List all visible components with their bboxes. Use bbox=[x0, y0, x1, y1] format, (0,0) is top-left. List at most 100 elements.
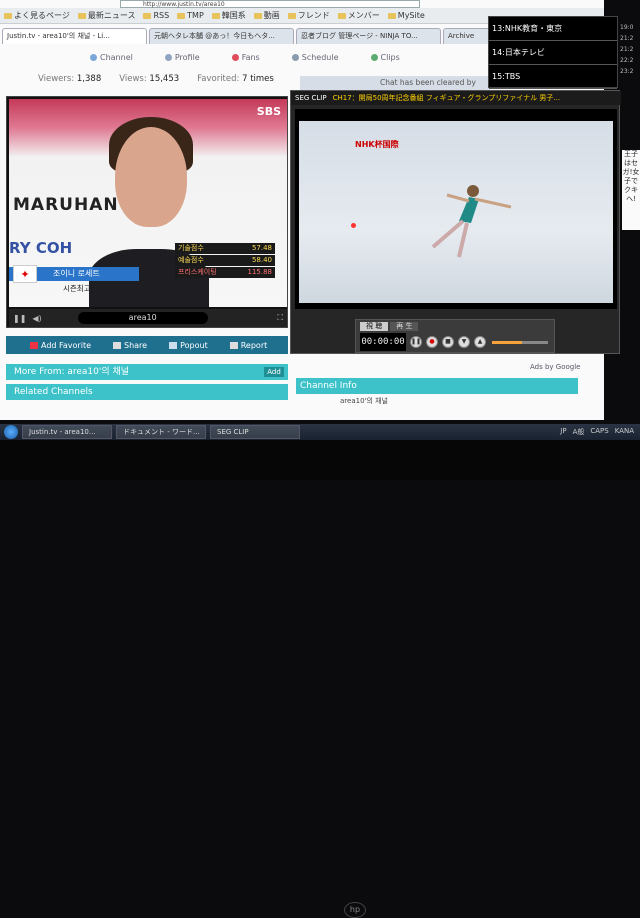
nav-schedule[interactable]: Schedule bbox=[291, 50, 339, 64]
score-row: 기술점수 57.48 bbox=[175, 243, 275, 254]
app-name: SEG CLIP bbox=[295, 94, 327, 102]
browser-tab[interactable]: 忍者ブログ 管理ページ - NINJA TO... bbox=[296, 28, 441, 44]
folder-icon bbox=[211, 12, 220, 19]
segclip-controls: 視 聴 再 生 00:00:00 ❚❚ ● ■ ▼ ▲ bbox=[355, 319, 555, 353]
volume-icon[interactable]: ◀) bbox=[32, 314, 41, 323]
hp-logo: hp bbox=[344, 902, 366, 918]
taskbar-button[interactable]: ドキュメント - ワード... bbox=[116, 425, 206, 439]
nav-fans[interactable]: Fans bbox=[231, 50, 260, 64]
nav-channel[interactable]: Channel bbox=[90, 50, 133, 64]
skater-figure bbox=[431, 185, 512, 258]
folder-icon bbox=[143, 12, 152, 19]
flag-icon bbox=[229, 341, 238, 349]
volume-slider[interactable] bbox=[492, 341, 548, 344]
channel-nav: Channel Profile Fans Schedule Clips bbox=[90, 50, 510, 64]
browser-tab[interactable]: Justin.tv - area10'의 채널 - Li... bbox=[2, 28, 147, 44]
more-from-header[interactable]: More From: area10'의 채널 Add bbox=[6, 364, 288, 380]
down-icon[interactable]: ▼ bbox=[458, 336, 470, 348]
add-button[interactable]: Add bbox=[264, 367, 284, 377]
nav-clips[interactable]: Clips bbox=[370, 50, 400, 64]
red-marker bbox=[351, 223, 356, 228]
transport-buttons: ❚❚ ● ■ ▼ ▲ bbox=[410, 336, 486, 348]
folder-icon bbox=[387, 12, 396, 19]
share-button[interactable]: Share bbox=[113, 341, 147, 350]
segclip-video[interactable]: NHK杯国際 bbox=[295, 109, 617, 309]
folder-icon bbox=[77, 12, 86, 19]
segclip-window[interactable]: SEG CLIP CH17：開局50周年記念番組 フィギュア・グランプリファイナ… bbox=[290, 90, 621, 354]
skater-face bbox=[115, 127, 187, 227]
folder-icon bbox=[253, 12, 262, 19]
bookmark-item[interactable]: TMP bbox=[177, 11, 204, 20]
bookmark-item[interactable]: よく見るページ bbox=[4, 10, 70, 21]
bookmark-item[interactable]: RSS bbox=[143, 11, 169, 20]
bookmark-item[interactable]: フレンド bbox=[287, 10, 330, 21]
start-button[interactable] bbox=[4, 425, 18, 439]
record-icon[interactable]: ● bbox=[426, 336, 438, 348]
chat-notice: Chat has been cleared by bbox=[300, 76, 490, 90]
add-favorite-button[interactable]: Add Favorite bbox=[30, 341, 91, 350]
side-chat-text: 王子はセガ!女子でクキへ! bbox=[622, 150, 640, 230]
pause-icon[interactable]: ❚❚ bbox=[13, 314, 26, 323]
up-icon[interactable]: ▲ bbox=[474, 336, 486, 348]
channel-item[interactable]: 13:NHK教育・東京 bbox=[489, 17, 617, 41]
system-tray: JP A般 CAPS KANA bbox=[560, 427, 634, 436]
heart-icon bbox=[30, 341, 38, 349]
volume-level bbox=[492, 341, 522, 344]
fullscreen-icon[interactable]: ⛶ bbox=[277, 313, 283, 323]
bookmark-item[interactable]: 韓国系 bbox=[211, 10, 246, 21]
favorited-stat: Favorited: 7 times bbox=[197, 74, 274, 84]
viewers-stat: Viewers: 1,388 bbox=[38, 74, 102, 84]
action-bar: Add Favorite Share Popout Report bbox=[6, 336, 288, 354]
taskbar-button[interactable]: Justin.tv - area10... bbox=[22, 425, 112, 439]
nav-profile[interactable]: Profile bbox=[164, 50, 200, 64]
segclip-titlebar[interactable]: SEG CLIP CH17：開局50周年記念番組 フィギュア・グランプリファイナ… bbox=[291, 91, 621, 105]
video-player[interactable]: SBS MARUHAN RY COH 기술점수 57.48 예술점수 58.40 프… bbox=[6, 96, 288, 328]
browser-tab[interactable]: 元朝ヘタレ本舗 @あっ！今日もヘタ... bbox=[149, 28, 294, 44]
popout-icon bbox=[169, 341, 178, 349]
calendar-icon bbox=[291, 53, 299, 61]
bookmark-item[interactable]: MySite bbox=[387, 11, 425, 20]
taskbar-button[interactable]: SEG CLIP bbox=[210, 425, 300, 439]
pause-icon[interactable]: ❚❚ bbox=[410, 336, 422, 348]
time-column: 19:0 21:2 21:2 22:2 23:2 bbox=[620, 24, 634, 75]
stop-icon[interactable]: ■ bbox=[442, 336, 454, 348]
tab-watch[interactable]: 視 聴 bbox=[360, 322, 389, 331]
heart-icon bbox=[231, 53, 239, 61]
channel-stats: Viewers: 1,388 Views: 15,453 Favorited: … bbox=[38, 74, 274, 84]
score-row: 프리스케이팅 115.88 bbox=[175, 267, 275, 278]
channel-list: 13:NHK教育・東京 14:日本テレビ 15:TBS bbox=[488, 16, 618, 89]
related-channels-header[interactable]: Related Channels bbox=[6, 384, 288, 400]
bookmark-item[interactable]: 動画 bbox=[253, 10, 280, 21]
folder-icon bbox=[287, 12, 296, 19]
popout-button[interactable]: Popout bbox=[169, 341, 208, 350]
tab-playback[interactable]: 再 生 bbox=[390, 322, 419, 331]
share-icon bbox=[113, 341, 121, 349]
report-button[interactable]: Report bbox=[229, 341, 267, 350]
taskbar: Justin.tv - area10... ドキュメント - ワード... SE… bbox=[0, 424, 640, 440]
channel-info-title: area10'의 채널 bbox=[340, 397, 388, 405]
channel-icon bbox=[90, 53, 97, 61]
sponsor-board: MARUHAN bbox=[13, 195, 119, 215]
clip-icon bbox=[370, 53, 378, 61]
address-bar[interactable]: http://www.justin.tv/area10 bbox=[120, 0, 420, 8]
player-controls: ❚❚ ◀) area10 ⛶ bbox=[9, 309, 287, 327]
time-counter: 00:00:00 bbox=[360, 333, 406, 351]
monitor-bezel: hp bbox=[0, 440, 640, 918]
profile-icon bbox=[164, 53, 172, 61]
season-best: 시즌최고 124.15 bbox=[63, 284, 120, 293]
channel-name-badge: area10 bbox=[77, 312, 208, 324]
channel-info-header[interactable]: Channel Info bbox=[296, 378, 578, 394]
channel-item[interactable]: 15:TBS bbox=[489, 65, 617, 89]
channel-item[interactable]: 14:日本テレビ bbox=[489, 41, 617, 65]
views-stat: Views: 15,453 bbox=[119, 74, 180, 84]
ads-by-google[interactable]: Ads by Google bbox=[530, 363, 580, 371]
video-frame[interactable]: SBS MARUHAN RY COH 기술점수 57.48 예술점수 58.40 프… bbox=[9, 99, 287, 307]
score-overlay: 기술점수 57.48 예술점수 58.40 프리스케이팅 115.88 bbox=[25, 239, 275, 289]
folder-icon bbox=[4, 12, 12, 19]
folder-icon bbox=[337, 12, 346, 19]
broadcaster-logo: SBS bbox=[256, 105, 281, 118]
segclip-tabs: 視 聴 再 生 bbox=[360, 322, 419, 331]
program-title: CH17：開局50周年記念番組 フィギュア・グランプリファイナル 男子... bbox=[332, 94, 561, 102]
bookmark-item[interactable]: メンバー bbox=[337, 10, 380, 21]
bookmark-item[interactable]: 最新ニュース bbox=[77, 10, 135, 21]
